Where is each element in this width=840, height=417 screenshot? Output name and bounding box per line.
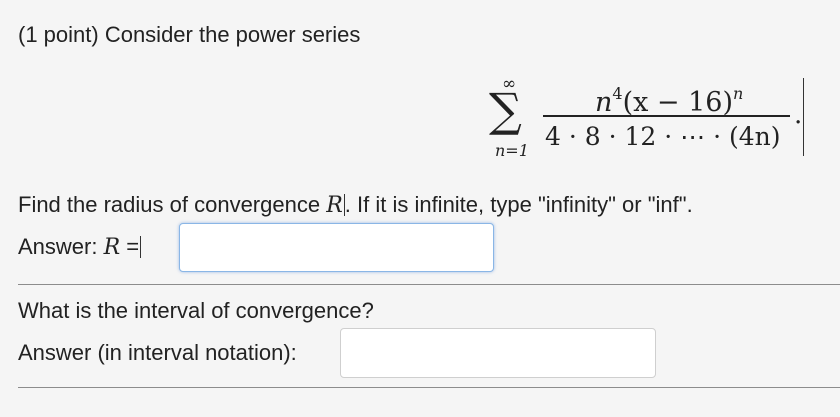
divider-bottom <box>18 387 840 388</box>
sum-lower-limit: n=1 <box>495 141 529 160</box>
answer-radius-variable: R <box>103 235 121 260</box>
numerator-n-exponent: 4 <box>612 84 623 103</box>
sigma-symbol: ∑ <box>489 83 522 137</box>
answer-radius-equals: = <box>120 234 140 259</box>
problem-panel: (1 point) Consider the power series ∞ ∑ … <box>0 0 840 417</box>
fraction-bar <box>543 115 790 117</box>
answer-radius-label: Answer: R = <box>18 234 142 261</box>
question-radius: Find the radius of convergence R. If it … <box>18 192 693 219</box>
text-cursor-mark-answer <box>140 236 142 258</box>
series-end-punctuation: . <box>794 100 803 130</box>
answer-interval-label: Answer (in interval notation): <box>18 340 297 365</box>
answer-radius-prefix: Answer: <box>18 234 104 259</box>
divider-top <box>18 284 840 285</box>
problem-intro: (1 point) Consider the power series <box>18 22 361 47</box>
interval-answer-input[interactable] <box>340 328 656 378</box>
series-denominator: 4 · 8 · 12 · ⋯ · (4n) <box>545 121 781 153</box>
numerator-base: (x − 16) <box>622 87 734 118</box>
question-radius-text-before: Find the radius of convergence <box>18 192 327 217</box>
radius-variable: R <box>326 193 343 218</box>
text-cursor-line <box>803 78 804 156</box>
question-radius-text-after: . If it is infinite, type "infinity" or … <box>344 192 693 217</box>
numerator-n: n <box>595 87 613 118</box>
series-numerator: n4(x − 16)n <box>595 78 743 119</box>
numerator-base-exponent: n <box>733 84 744 103</box>
radius-answer-input[interactable] <box>179 223 494 272</box>
denominator-last-term: (4n) <box>728 122 781 151</box>
question-interval: What is the interval of convergence? <box>18 298 374 323</box>
denominator-constants: 4 · 8 · 12 · ⋯ · <box>545 122 729 151</box>
